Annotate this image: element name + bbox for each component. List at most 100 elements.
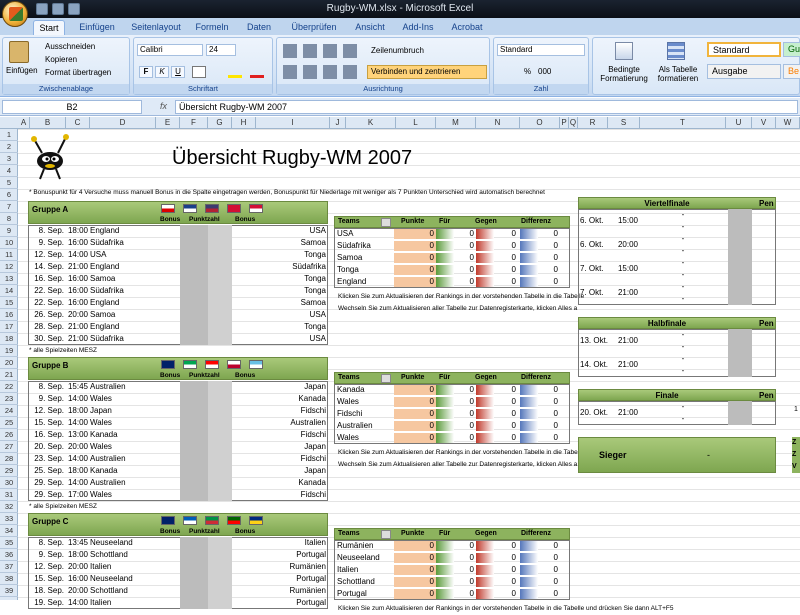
row-header-8[interactable]: 8 — [0, 213, 18, 225]
sheet-title[interactable]: Übersicht Rugby-WM 2007 — [172, 147, 412, 170]
row-header-1[interactable]: 1 — [0, 129, 18, 141]
row-header-20[interactable]: 20 — [0, 357, 18, 369]
row-header-14[interactable]: 14 — [0, 285, 18, 297]
merge-center-button[interactable]: Verbinden und zentrieren — [367, 65, 487, 79]
column-header-l[interactable]: L — [396, 117, 436, 129]
row-header-23[interactable]: 23 — [0, 393, 18, 405]
save-icon[interactable] — [36, 3, 48, 15]
style-standard[interactable]: Standard — [707, 42, 781, 57]
row-header-25[interactable]: 25 — [0, 417, 18, 429]
tab-addins[interactable]: Add-Ins — [400, 20, 436, 35]
format-painter-button[interactable]: Format übertragen — [45, 68, 111, 77]
row-header-30[interactable]: 30 — [0, 477, 18, 489]
row-header-18[interactable]: 18 — [0, 333, 18, 345]
column-header-c[interactable]: C — [66, 117, 90, 129]
row-header-22[interactable]: 22 — [0, 381, 18, 393]
row-header-3[interactable]: 3 — [0, 153, 18, 165]
cut-button[interactable]: Ausschneiden — [45, 42, 95, 51]
tab-start[interactable]: Start — [33, 20, 65, 35]
row-header-39[interactable]: 39 — [0, 585, 18, 597]
vertical-align-icons[interactable] — [283, 44, 363, 58]
undo-icon[interactable] — [52, 3, 64, 15]
row-header-27[interactable]: 27 — [0, 441, 18, 453]
row-header-35[interactable]: 35 — [0, 537, 18, 549]
column-header-i[interactable]: I — [256, 117, 330, 129]
table-format-icon[interactable] — [667, 42, 685, 60]
column-header-h[interactable]: H — [232, 117, 256, 129]
column-header-j[interactable]: J — [330, 117, 346, 129]
row-header-24[interactable]: 24 — [0, 405, 18, 417]
redo-icon[interactable] — [68, 3, 80, 15]
column-header-f[interactable]: F — [180, 117, 208, 129]
column-header-a[interactable]: A — [18, 117, 30, 129]
font-name-select[interactable]: Calibri — [137, 44, 203, 56]
row-header-21[interactable]: 21 — [0, 369, 18, 381]
column-header-v[interactable]: V — [752, 117, 776, 129]
horizontal-align-icons[interactable] — [283, 65, 363, 79]
row-header-38[interactable]: 38 — [0, 573, 18, 585]
formula-input[interactable]: Übersicht Rugby-WM 2007 — [175, 100, 798, 114]
column-header-g[interactable]: G — [208, 117, 232, 129]
tab-formeln[interactable]: Formeln — [194, 20, 230, 35]
column-header-o[interactable]: O — [520, 117, 560, 129]
style-ausgabe[interactable]: Ausgabe — [707, 64, 781, 79]
style-gut[interactable]: Gu — [783, 42, 800, 57]
column-header-n[interactable]: N — [476, 117, 520, 129]
column-header-p[interactable]: P — [560, 117, 569, 129]
row-header-7[interactable]: 7 — [0, 201, 18, 213]
row-header-31[interactable]: 31 — [0, 489, 18, 501]
row-header-28[interactable]: 28 — [0, 453, 18, 465]
row-header-33[interactable]: 33 — [0, 513, 18, 525]
conditional-format-icon[interactable] — [615, 42, 633, 60]
paste-button[interactable]: Einfügen — [6, 66, 38, 75]
font-size-select[interactable]: 24 — [206, 44, 236, 56]
column-header-w[interactable]: W — [776, 117, 800, 129]
column-header-u[interactable]: U — [726, 117, 752, 129]
refresh-hint[interactable]: Klicken Sie zum Aktualisieren der Rankin… — [338, 603, 674, 615]
column-header-d[interactable]: D — [90, 117, 156, 129]
name-box[interactable]: B2 — [2, 100, 142, 114]
font-color-icon[interactable] — [250, 66, 264, 78]
italic-button[interactable]: K — [155, 66, 169, 78]
style-berechnung[interactable]: Be — [783, 64, 800, 79]
number-format-select[interactable]: Standard — [497, 44, 585, 56]
fx-icon[interactable]: fx — [160, 101, 167, 111]
column-header-t[interactable]: T — [640, 117, 726, 129]
tab-ansicht[interactable]: Ansicht — [350, 20, 390, 35]
underline-button[interactable]: U — [171, 66, 185, 78]
row-header-4[interactable]: 4 — [0, 165, 18, 177]
row-header-17[interactable]: 17 — [0, 321, 18, 333]
percent-button[interactable]: % — [524, 67, 531, 76]
tab-seitenlayout[interactable]: Seitenlayout — [128, 20, 184, 35]
row-header-36[interactable]: 36 — [0, 549, 18, 561]
row-header-34[interactable]: 34 — [0, 525, 18, 537]
wrap-text-button[interactable]: Zeilenumbruch — [371, 46, 424, 55]
paste-icon[interactable] — [9, 41, 29, 63]
fill-color-icon[interactable] — [228, 66, 242, 78]
row-header-19[interactable]: 19 — [0, 345, 18, 357]
row-header-26[interactable]: 26 — [0, 429, 18, 441]
row-header-2[interactable]: 2 — [0, 141, 18, 153]
sheet-grid[interactable] — [18, 129, 800, 600]
row-header-9[interactable]: 9 — [0, 225, 18, 237]
row-header-11[interactable]: 11 — [0, 249, 18, 261]
borders-icon[interactable] — [192, 66, 206, 78]
column-header-k[interactable]: K — [346, 117, 396, 129]
tab-daten[interactable]: Daten — [242, 20, 276, 35]
column-header-s[interactable]: S — [608, 117, 640, 129]
row-header-10[interactable]: 10 — [0, 237, 18, 249]
bold-button[interactable]: F — [139, 66, 153, 78]
office-button[interactable] — [2, 1, 28, 27]
row-header-13[interactable]: 13 — [0, 273, 18, 285]
conditional-format-button[interactable]: Bedingte Formatierung — [597, 65, 651, 83]
tab-acrobat[interactable]: Acrobat — [446, 20, 488, 35]
tab-ueberpruefen[interactable]: Überprüfen — [288, 20, 340, 35]
row-header-12[interactable]: 12 — [0, 261, 18, 273]
tab-einfuegen[interactable]: Einfügen — [74, 20, 120, 35]
row-header-5[interactable]: 5 — [0, 177, 18, 189]
copy-button[interactable]: Kopieren — [45, 55, 77, 64]
row-header-15[interactable]: 15 — [0, 297, 18, 309]
row-header-37[interactable]: 37 — [0, 561, 18, 573]
column-header-b[interactable]: B — [30, 117, 66, 129]
row-header-16[interactable]: 16 — [0, 309, 18, 321]
